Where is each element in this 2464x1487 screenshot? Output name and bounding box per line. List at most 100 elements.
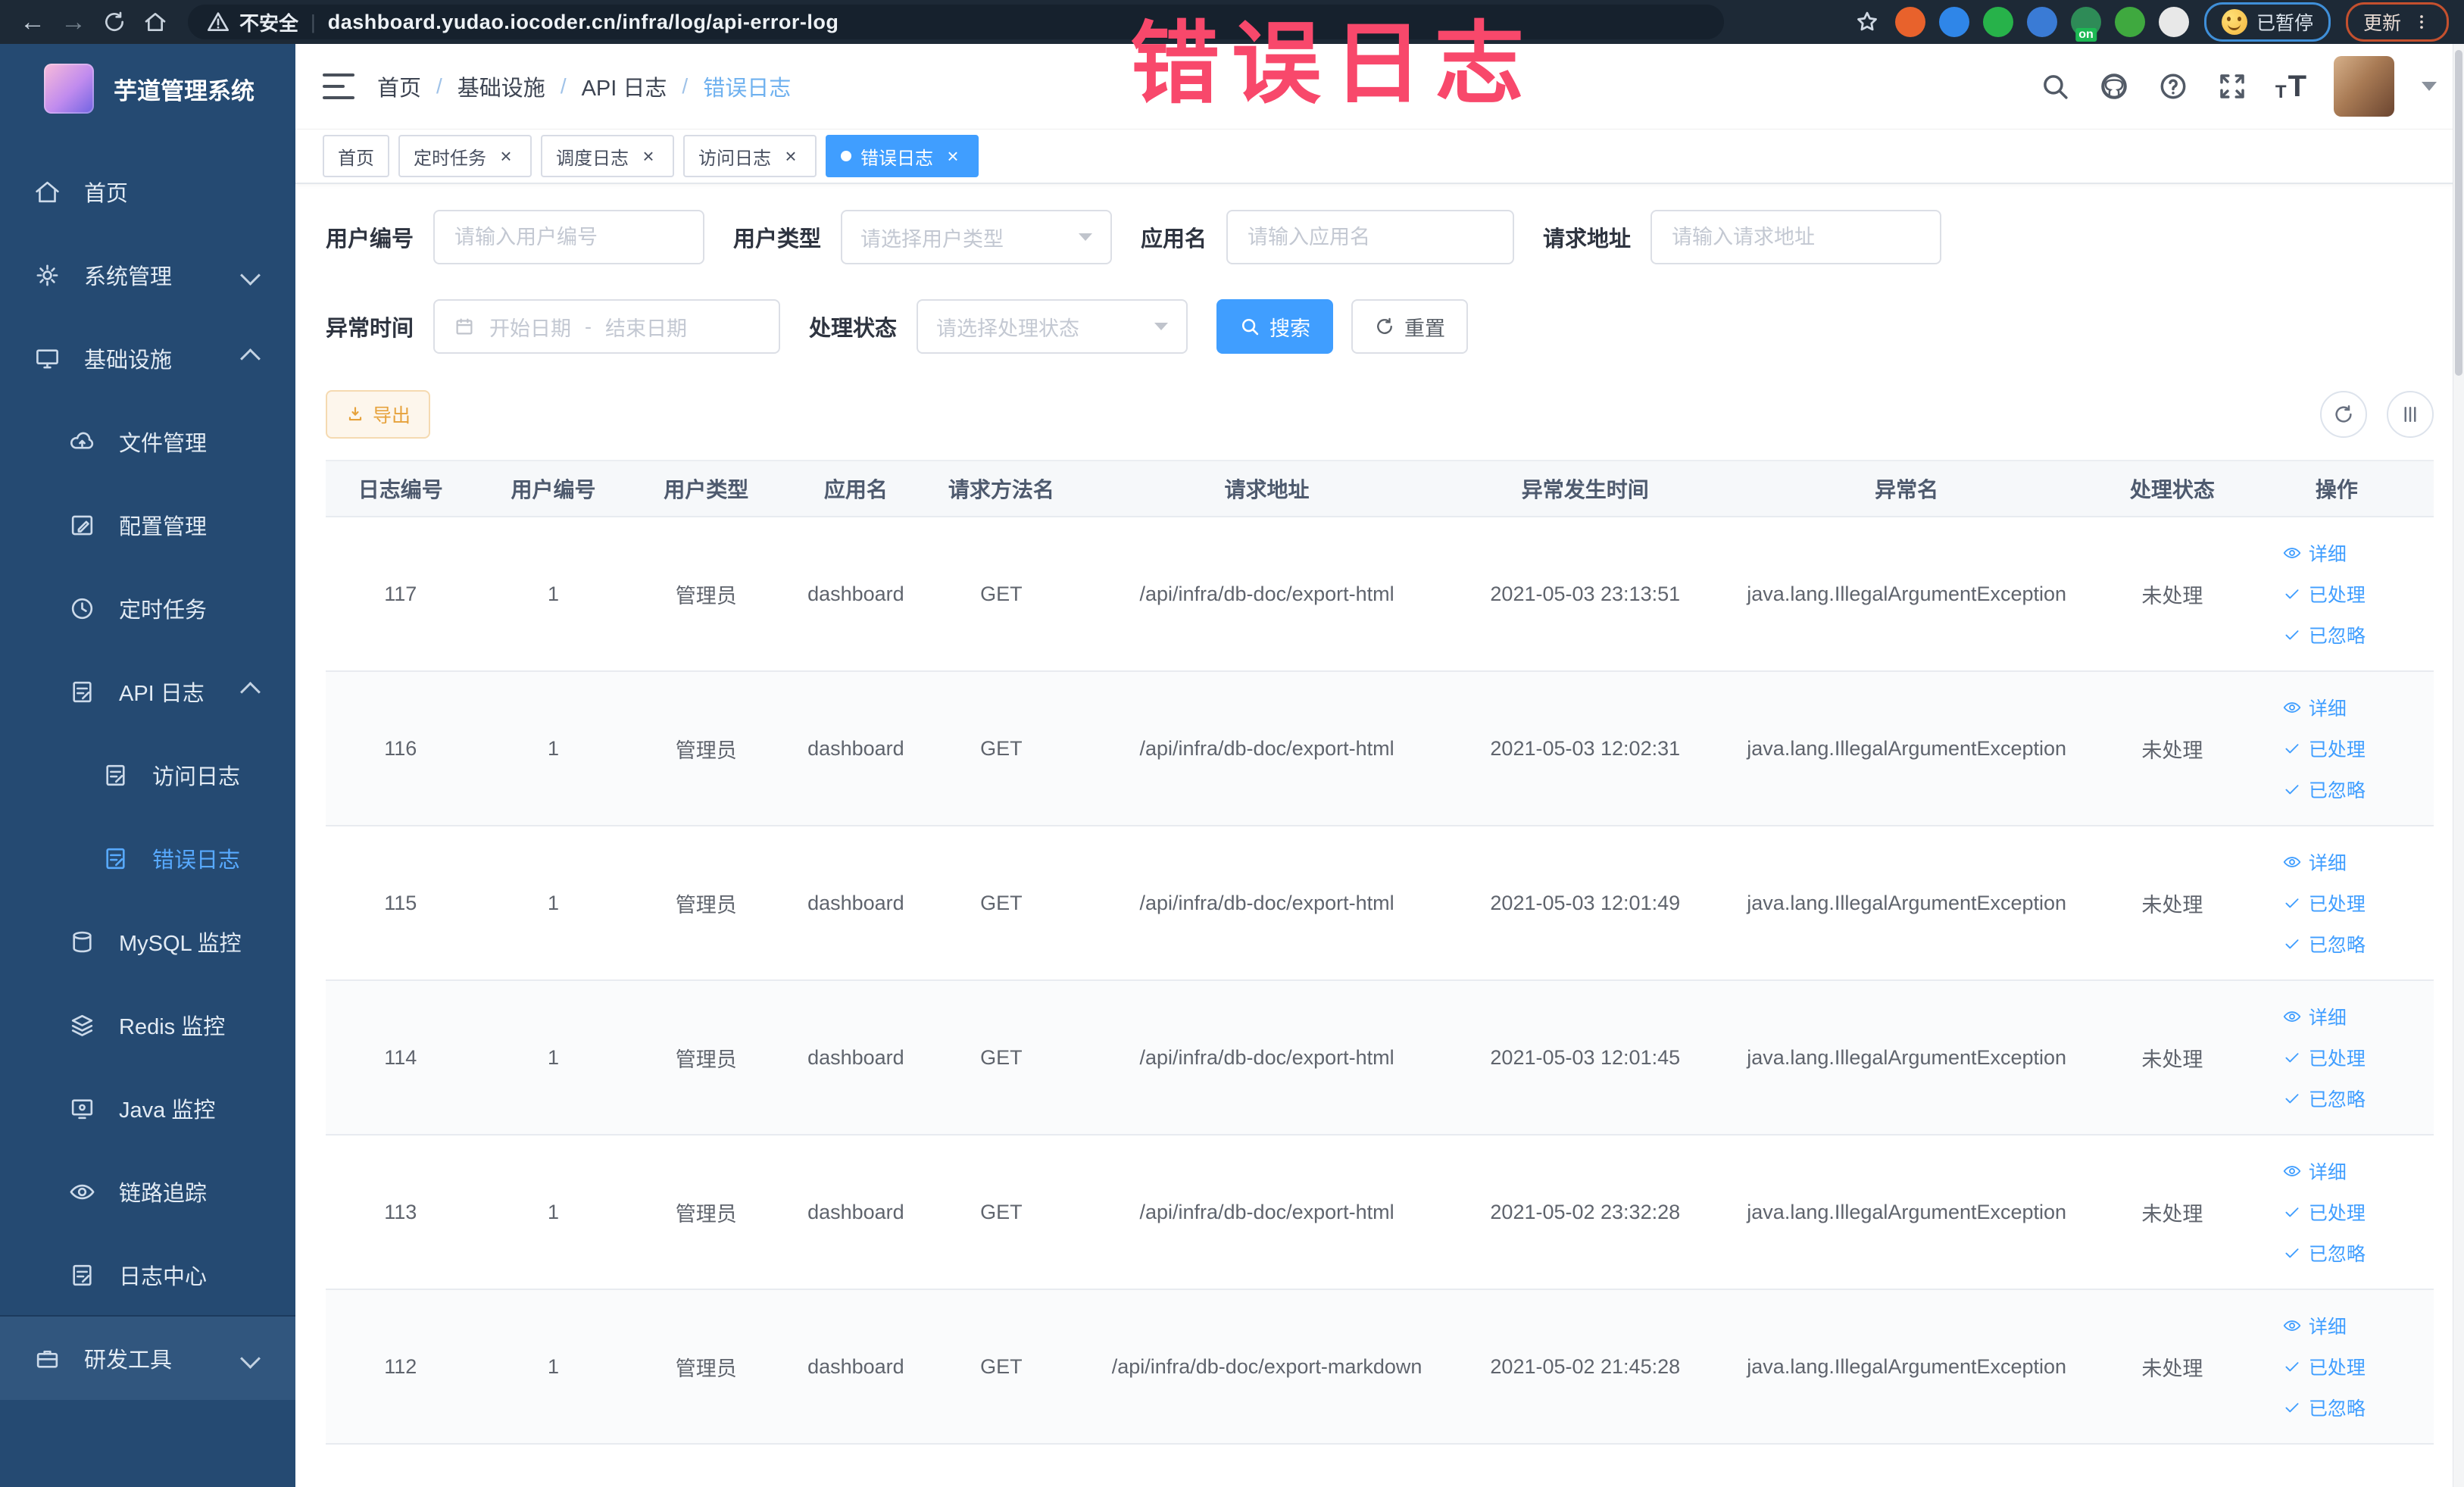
edit-icon [68, 511, 96, 539]
action-已处理[interactable]: 已处理 [2282, 580, 2366, 608]
sidebar-item-system[interactable]: 系统管理 [0, 233, 295, 317]
check-icon [2282, 893, 2302, 913]
sidebar-item-log-center[interactable]: 日志中心 [0, 1233, 295, 1317]
sidebar-item-redis[interactable]: Redis 监控 [0, 983, 295, 1067]
request-url-input[interactable] [1650, 210, 1942, 264]
action-详细[interactable]: 详细 [2282, 1157, 2347, 1185]
action-已忽略[interactable]: 已忽略 [2282, 930, 2366, 957]
extension-blue-shield-icon[interactable] [1938, 7, 1969, 37]
cell-user-type: 管理员 [675, 893, 737, 917]
action-已处理[interactable]: 已处理 [2282, 1353, 2366, 1380]
tab-访问日志[interactable]: 访问日志 × [683, 135, 817, 177]
extension-orange-icon[interactable] [1894, 7, 1925, 37]
user-type-select[interactable]: 请选择用户类型 [841, 210, 1113, 264]
reload-icon[interactable] [97, 5, 132, 39]
sidebar-item-access-log[interactable]: 访问日志 [0, 733, 295, 817]
extension-green-check-icon[interactable] [1982, 7, 2013, 37]
home-icon[interactable] [138, 5, 173, 39]
tab-定时任务[interactable]: 定时任务 × [398, 135, 532, 177]
chrome-menu-icon[interactable] [2412, 12, 2431, 32]
bookmark-star-icon[interactable] [1854, 9, 1880, 35]
column-header: 请求地址 [1224, 478, 1310, 501]
back-icon[interactable]: ← [15, 5, 50, 39]
sidebar-item-java[interactable]: Java 监控 [0, 1067, 295, 1150]
screen-icon [68, 1095, 96, 1123]
action-已忽略[interactable]: 已忽略 [2282, 1085, 2366, 1112]
sidebar-item-label: 基础设施 [84, 348, 173, 373]
process-status-select[interactable]: 请选择处理状态 [917, 299, 1188, 354]
profile-paused-badge[interactable]: 已暂停 [2203, 2, 2331, 42]
extension-puzzle-icon[interactable] [2158, 7, 2189, 37]
forward-icon[interactable]: → [56, 5, 91, 39]
breadcrumb-item[interactable]: 首页 [377, 70, 421, 102]
breadcrumb-separator: / [436, 74, 442, 98]
sidebar-item-config[interactable]: 配置管理 [0, 483, 295, 567]
sidebar: 芋道管理系统 首页 系统管理基础设施文件管理 配置管理 定时任务 API 日志 访问日志错… [0, 44, 295, 1487]
action-已处理[interactable]: 已处理 [2282, 889, 2366, 917]
check-icon [2282, 1243, 2302, 1263]
sidebar-item-infra[interactable]: 基础设施 [0, 317, 295, 400]
breadcrumb-item[interactable]: API 日志 [582, 70, 667, 102]
breadcrumb-item[interactable]: 基础设施 [458, 70, 545, 102]
search-icon[interactable] [2039, 70, 2071, 102]
sidebar-item-job[interactable]: 定时任务 [0, 567, 295, 650]
columns-setting-icon[interactable] [2387, 391, 2434, 438]
gear-icon [33, 261, 61, 289]
briefcase-icon [33, 1345, 61, 1373]
font-size-icon[interactable]: TT [2275, 71, 2306, 102]
search-button[interactable]: 搜索 [1216, 299, 1334, 354]
app-logo[interactable]: 芋道管理系统 [0, 44, 295, 127]
user-avatar[interactable] [2334, 56, 2394, 117]
cell-app-name: dashboard [807, 1045, 904, 1069]
action-已忽略[interactable]: 已忽略 [2282, 621, 2366, 648]
extension-on-badge-icon[interactable]: on [2070, 7, 2101, 42]
action-已处理[interactable]: 已处理 [2282, 1044, 2366, 1071]
chrome-update-badge[interactable]: 更新 [2345, 2, 2449, 42]
reset-button[interactable]: 重置 [1351, 299, 1469, 354]
action-详细[interactable]: 详细 [2282, 1312, 2347, 1339]
avatar-caret-down-icon[interactable] [2422, 82, 2437, 91]
action-已忽略[interactable]: 已忽略 [2282, 1394, 2366, 1421]
collapse-sidebar-icon[interactable] [323, 72, 354, 101]
extension-green-leaf-icon[interactable] [2114, 7, 2145, 37]
app-name-input[interactable] [1226, 210, 1515, 264]
sidebar-item-error-log[interactable]: 错误日志 [0, 817, 295, 900]
action-已处理[interactable]: 已处理 [2282, 1198, 2366, 1226]
date-range-picker[interactable]: 开始日期 - 结束日期 [433, 299, 781, 354]
action-已处理[interactable]: 已处理 [2282, 735, 2366, 762]
sidebar-item-trace[interactable]: 链路追踪 [0, 1150, 295, 1233]
refresh-icon[interactable] [2320, 391, 2367, 438]
chevron-down-icon [1154, 323, 1169, 330]
tab-首页[interactable]: 首页 [323, 135, 389, 177]
user-id-input[interactable] [433, 210, 705, 264]
github-icon[interactable] [2098, 70, 2130, 102]
fullscreen-icon[interactable] [2216, 70, 2248, 102]
close-tab-icon[interactable]: × [495, 146, 517, 166]
tab-错误日志[interactable]: 错误日志 × [826, 135, 979, 177]
cell-request-url: /api/infra/db-doc/export-html [1139, 1045, 1394, 1069]
sidebar-item-dev-tools[interactable]: 研发工具 [0, 1317, 295, 1400]
cell-time: 2021-05-03 12:01:49 [1490, 891, 1681, 914]
action-label: 已忽略 [2308, 1089, 2366, 1111]
check-icon [2282, 1048, 2302, 1067]
close-tab-icon[interactable]: × [780, 146, 801, 166]
action-详细[interactable]: 详细 [2282, 539, 2347, 567]
sidebar-item-api-log[interactable]: API 日志 [0, 650, 295, 733]
help-icon[interactable] [2157, 70, 2189, 102]
sidebar-item-mysql[interactable]: MySQL 监控 [0, 900, 295, 983]
action-已忽略[interactable]: 已忽略 [2282, 1239, 2366, 1267]
scrollbar-thumb[interactable] [2455, 50, 2462, 376]
export-button[interactable]: 导出 [326, 390, 431, 439]
close-tab-icon[interactable]: × [638, 146, 659, 166]
action-详细[interactable]: 详细 [2282, 1003, 2347, 1030]
sidebar-item-home[interactable]: 首页 [0, 150, 295, 233]
action-详细[interactable]: 详细 [2282, 694, 2347, 721]
eye-icon [2282, 543, 2302, 563]
tab-调度日志[interactable]: 调度日志 × [541, 135, 674, 177]
address-bar[interactable]: 不安全 | dashboard.yudao.iocoder.cn/infra/l… [188, 5, 1724, 39]
sidebar-item-file[interactable]: 文件管理 [0, 400, 295, 483]
action-详细[interactable]: 详细 [2282, 848, 2347, 876]
close-tab-icon[interactable]: × [942, 146, 963, 166]
extension-blue-grid-icon[interactable] [2026, 7, 2057, 37]
action-已忽略[interactable]: 已忽略 [2282, 776, 2366, 803]
